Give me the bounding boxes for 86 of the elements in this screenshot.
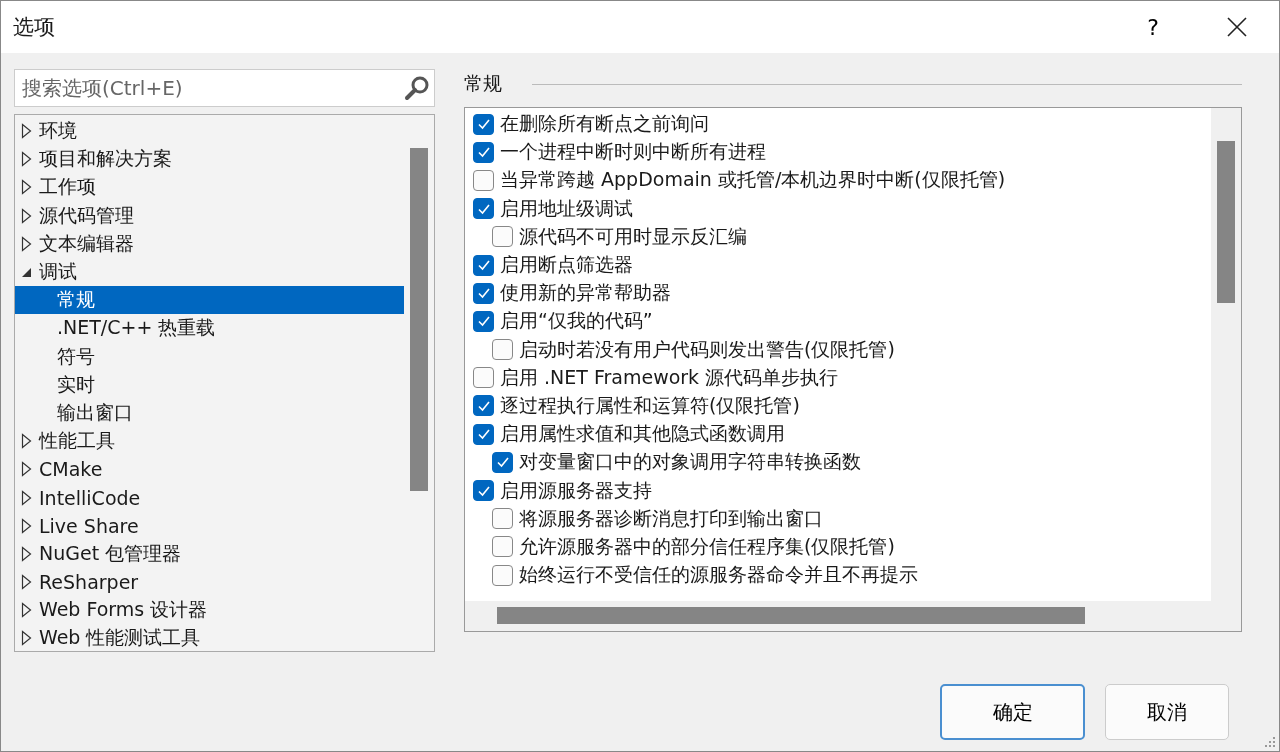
checkmark-icon xyxy=(476,118,491,131)
option-label[interactable]: 启用属性求值和其他隐式函数调用 xyxy=(500,421,785,448)
checkbox[interactable] xyxy=(473,423,494,445)
option-label[interactable]: 启用断点筛选器 xyxy=(500,252,633,279)
expand-arrow-icon[interactable] xyxy=(21,151,32,168)
expand-arrow-icon[interactable] xyxy=(21,602,32,619)
checkmark-icon xyxy=(476,146,491,159)
checkbox[interactable] xyxy=(473,310,494,332)
tree-item[interactable]: 文本编辑器 xyxy=(15,229,404,258)
expand-arrow-icon[interactable] xyxy=(21,461,32,478)
checkmark-icon xyxy=(476,202,491,215)
help-button[interactable]: ? xyxy=(1111,1,1195,53)
option-label[interactable]: 启动时若没有用户代码则发出警告(仅限托管) xyxy=(519,336,895,363)
expand-arrow-icon[interactable] xyxy=(21,630,32,647)
checkbox[interactable] xyxy=(473,141,494,163)
expand-arrow-icon[interactable] xyxy=(21,545,32,562)
tree-item[interactable]: Web Forms 设计器 xyxy=(15,596,404,625)
option-label[interactable]: 始终运行不受信任的源服务器命令并且不再提示 xyxy=(519,562,918,589)
checkbox[interactable] xyxy=(492,226,513,248)
tree-item[interactable]: NuGet 包管理器 xyxy=(15,539,404,568)
option-label[interactable]: 对变量窗口中的对象调用字符串转换函数 xyxy=(519,449,861,476)
checkbox[interactable] xyxy=(473,395,494,417)
expand-arrow-icon[interactable] xyxy=(21,489,32,506)
cancel-button[interactable]: 取消 xyxy=(1105,684,1229,740)
checkmark-icon xyxy=(476,428,491,441)
collapse-arrow-icon[interactable] xyxy=(21,266,32,278)
expand-arrow-icon[interactable] xyxy=(21,517,32,534)
option-label[interactable]: 启用“仅我的代码” xyxy=(500,308,653,335)
close-icon[interactable] xyxy=(1226,16,1248,38)
option-label[interactable]: 将源服务器诊断消息打印到输出窗口 xyxy=(519,505,823,532)
checkbox[interactable] xyxy=(473,198,494,220)
tree-item[interactable]: 实时 xyxy=(15,370,404,399)
checkmark-icon xyxy=(476,287,491,300)
option-label[interactable]: 在删除所有断点之前询问 xyxy=(500,111,709,138)
checkmark-icon xyxy=(476,399,491,412)
checkbox[interactable] xyxy=(473,254,494,276)
ok-button[interactable]: 确定 xyxy=(940,684,1085,740)
option-label[interactable]: 启用 .NET Framework 源代码单步执行 xyxy=(500,364,839,391)
checkbox[interactable] xyxy=(473,113,494,135)
option-label[interactable]: 源代码不可用时显示反汇编 xyxy=(519,223,747,250)
checkmark-icon xyxy=(476,315,491,328)
tree-item[interactable]: 源代码管理 xyxy=(15,201,404,230)
tree-item[interactable]: 常规 xyxy=(15,286,404,315)
checkmark-icon xyxy=(476,484,491,497)
expand-arrow-icon[interactable] xyxy=(21,235,32,252)
section-title: 常规 xyxy=(464,71,502,96)
option-label[interactable]: 一个进程中断时则中断所有进程 xyxy=(500,139,766,166)
tree-item[interactable]: 调试 xyxy=(15,257,404,287)
tree-item[interactable]: IntelliCode xyxy=(15,483,404,512)
tree-item[interactable]: 性能工具 xyxy=(15,427,404,456)
checkbox[interactable] xyxy=(492,339,513,361)
expand-arrow-icon[interactable] xyxy=(21,433,32,450)
checkbox[interactable] xyxy=(473,367,494,389)
tree-item[interactable]: Web 性能测试工具 xyxy=(15,624,404,653)
expand-arrow-icon[interactable] xyxy=(21,179,32,196)
search-icon xyxy=(404,75,430,101)
checkbox[interactable] xyxy=(473,480,494,502)
search-field[interactable]: 搜索选项(Ctrl+E) xyxy=(14,69,435,107)
option-label[interactable]: 允许源服务器中的部分信任程序集(仅限托管) xyxy=(519,533,895,560)
checkbox[interactable] xyxy=(492,451,513,473)
checkbox[interactable] xyxy=(473,282,494,304)
tree-item[interactable]: ReSharper xyxy=(15,568,404,597)
option-label[interactable]: 当异常跨越 AppDomain 或托管/本机边界时中断(仅限托管) xyxy=(500,167,1006,194)
option-label[interactable]: 逐过程执行属性和运算符(仅限托管) xyxy=(500,392,800,419)
tree-item[interactable]: 工作项 xyxy=(15,173,404,202)
tree-item[interactable]: Live Share xyxy=(15,511,404,540)
tree-item[interactable]: 项目和解决方案 xyxy=(15,145,404,174)
option-label[interactable]: 启用源服务器支持 xyxy=(500,477,652,504)
checkmark-icon xyxy=(495,456,510,469)
checkbox[interactable] xyxy=(492,508,513,530)
expand-arrow-icon[interactable] xyxy=(21,574,32,591)
tree-item[interactable]: CMake xyxy=(15,455,404,484)
tree-item[interactable]: .NET/C++ 热重载 xyxy=(15,314,404,343)
option-label[interactable]: 使用新的异常帮助器 xyxy=(500,280,671,307)
expand-arrow-icon[interactable] xyxy=(21,207,32,224)
checkmark-icon xyxy=(476,259,491,272)
tree-item[interactable]: 环境 xyxy=(15,117,404,146)
checkbox[interactable] xyxy=(492,536,513,558)
expand-arrow-icon[interactable] xyxy=(21,123,32,140)
window-title: 选项 xyxy=(13,14,56,41)
checkbox[interactable] xyxy=(473,169,494,191)
checkbox[interactable] xyxy=(492,564,513,586)
tree-item[interactable]: 输出窗口 xyxy=(15,398,404,428)
option-label[interactable]: 启用地址级调试 xyxy=(500,195,633,222)
tree-item[interactable]: 符号 xyxy=(15,342,404,371)
resize-grip-icon[interactable] xyxy=(1263,735,1277,749)
